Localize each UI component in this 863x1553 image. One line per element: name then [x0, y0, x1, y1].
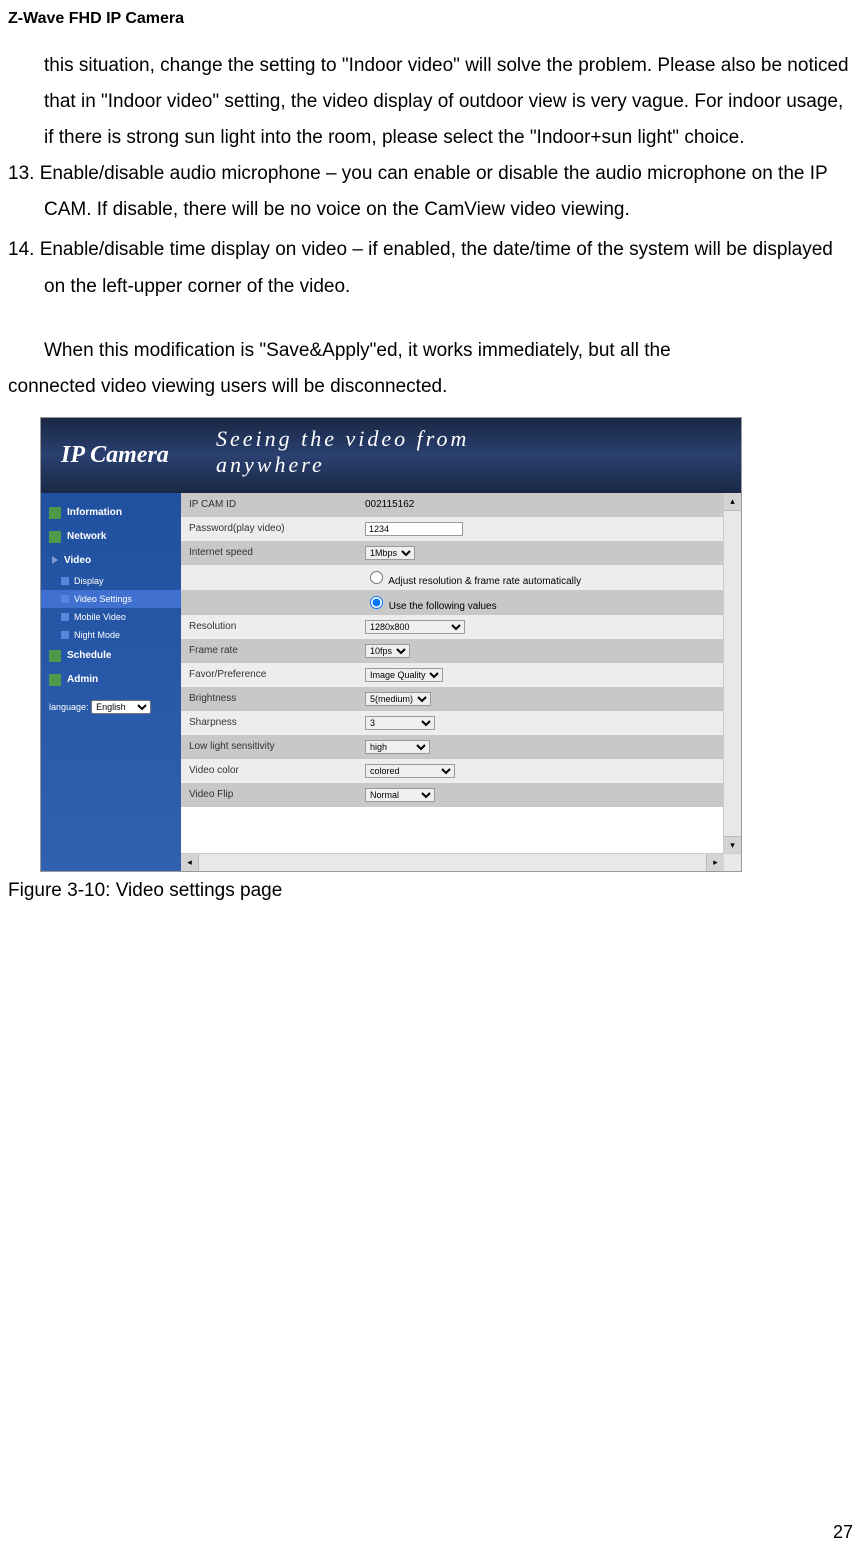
setting-label: Internet speed	[181, 541, 357, 565]
videocolor-select[interactable]: colored	[365, 764, 455, 778]
screenshot-ipcam-ui: IP Camera Seeing the video from anywhere…	[40, 417, 742, 872]
nav-label: Admin	[67, 674, 98, 685]
row-internet-speed: Internet speed 1Mbps	[181, 541, 724, 565]
framerate-select[interactable]: 10fps	[365, 644, 410, 658]
continuation-paragraph: this situation, change the setting to "I…	[8, 48, 855, 156]
row-password: Password(play video)	[181, 517, 724, 541]
setting-label: Resolution	[181, 615, 357, 639]
password-input[interactable]	[365, 522, 463, 536]
sub-label: Mobile Video	[74, 612, 126, 622]
radio-label: Adjust resolution & frame rate automatic…	[388, 576, 581, 587]
vertical-scrollbar[interactable]: ▴ ▾	[723, 493, 741, 854]
setting-label: Sharpness	[181, 711, 357, 735]
nav-icon	[49, 650, 61, 662]
nav-icon	[49, 531, 61, 543]
list-item-13: 13. Enable/disable audio microphone – yo…	[8, 156, 855, 228]
row-lowlight: Low light sensitivity high	[181, 735, 724, 759]
nav-icon	[49, 674, 61, 686]
figure-caption: Figure 3-10: Video settings page	[0, 872, 863, 902]
setting-label: Video Flip	[181, 783, 357, 807]
scroll-down-icon[interactable]: ▾	[724, 836, 741, 854]
sidebar-item-information[interactable]: Information	[41, 501, 181, 525]
scroll-left-icon[interactable]: ◂	[181, 854, 199, 871]
horizontal-scrollbar[interactable]: ◂ ▸	[181, 853, 741, 871]
sub-label: Display	[74, 576, 104, 586]
sidebar-item-schedule[interactable]: Schedule	[41, 644, 181, 668]
setting-label: Low light sensitivity	[181, 735, 357, 759]
scroll-up-icon[interactable]: ▴	[724, 493, 741, 511]
scroll-right-icon[interactable]: ▸	[706, 854, 724, 871]
sidebar-item-network[interactable]: Network	[41, 525, 181, 549]
sub-icon	[61, 595, 69, 603]
setting-value: 002115162	[357, 493, 724, 517]
closing-paragraph-line1: When this modification is "Save&Apply"ed…	[8, 333, 855, 369]
videoflip-select[interactable]: Normal	[365, 788, 435, 802]
nav-label: Information	[67, 507, 122, 518]
sidebar: Information Network Video Display Video …	[41, 493, 181, 871]
sub-label: Night Mode	[74, 630, 120, 640]
setting-label: Brightness	[181, 687, 357, 711]
sub-label: Video Settings	[74, 594, 132, 604]
sidebar-item-admin[interactable]: Admin	[41, 668, 181, 692]
row-radio-auto: Adjust resolution & frame rate automatic…	[181, 565, 724, 590]
nav-label: Network	[67, 531, 106, 542]
language-label: language:	[49, 702, 89, 712]
setting-label: Password(play video)	[181, 517, 357, 541]
radio-auto[interactable]	[370, 571, 383, 584]
row-radio-following: Use the following values	[181, 590, 724, 615]
lowlight-select[interactable]: high	[365, 740, 430, 754]
resolution-select[interactable]: 1280x800	[365, 620, 465, 634]
setting-label: Frame rate	[181, 639, 357, 663]
sidebar-item-video[interactable]: Video	[41, 549, 181, 572]
main-panel: IP CAM ID 002115162 Password(play video)…	[181, 493, 741, 871]
row-brightness: Brightness 5(medium)	[181, 687, 724, 711]
closing-paragraph-line2: connected video viewing users will be di…	[8, 369, 855, 405]
setting-label: IP CAM ID	[181, 493, 357, 517]
sidebar-sub-display[interactable]: Display	[41, 572, 181, 590]
sub-icon	[61, 577, 69, 585]
radio-following[interactable]	[370, 596, 383, 609]
row-videoflip: Video Flip Normal	[181, 783, 724, 807]
row-favor: Favor/Preference Image Quality	[181, 663, 724, 687]
banner-tagline: Seeing the video from anywhere	[216, 426, 566, 478]
favor-select[interactable]: Image Quality	[365, 668, 443, 682]
sidebar-sub-night-mode[interactable]: Night Mode	[41, 626, 181, 644]
row-ipcamid: IP CAM ID 002115162	[181, 493, 724, 517]
sharpness-select[interactable]: 3	[365, 716, 435, 730]
sub-icon	[61, 631, 69, 639]
nav-label: Schedule	[67, 650, 111, 661]
page-number: 27	[833, 1522, 853, 1543]
figure-container: IP Camera Seeing the video from anywhere…	[40, 417, 823, 872]
play-icon	[52, 556, 58, 564]
nav-icon	[49, 507, 61, 519]
internet-speed-select[interactable]: 1Mbps	[365, 546, 415, 560]
row-videocolor: Video color colored	[181, 759, 724, 783]
settings-table: IP CAM ID 002115162 Password(play video)…	[181, 493, 724, 807]
row-framerate: Frame rate 10fps	[181, 639, 724, 663]
sidebar-sub-mobile-video[interactable]: Mobile Video	[41, 608, 181, 626]
sub-icon	[61, 613, 69, 621]
language-row: language: English	[41, 692, 181, 718]
sidebar-sub-video-settings[interactable]: Video Settings	[41, 590, 181, 608]
row-resolution: Resolution 1280x800	[181, 615, 724, 639]
nav-label: Video	[64, 555, 91, 566]
row-sharpness: Sharpness 3	[181, 711, 724, 735]
setting-label: Video color	[181, 759, 357, 783]
radio-label: Use the following values	[389, 601, 497, 612]
language-select[interactable]: English	[91, 700, 151, 714]
setting-label: Favor/Preference	[181, 663, 357, 687]
list-item-14: 14. Enable/disable time display on video…	[8, 232, 855, 304]
banner-logo: IP Camera	[41, 442, 169, 469]
document-header: Z-Wave FHD IP Camera	[0, 0, 863, 28]
banner: IP Camera Seeing the video from anywhere	[41, 418, 741, 493]
brightness-select[interactable]: 5(medium)	[365, 692, 431, 706]
